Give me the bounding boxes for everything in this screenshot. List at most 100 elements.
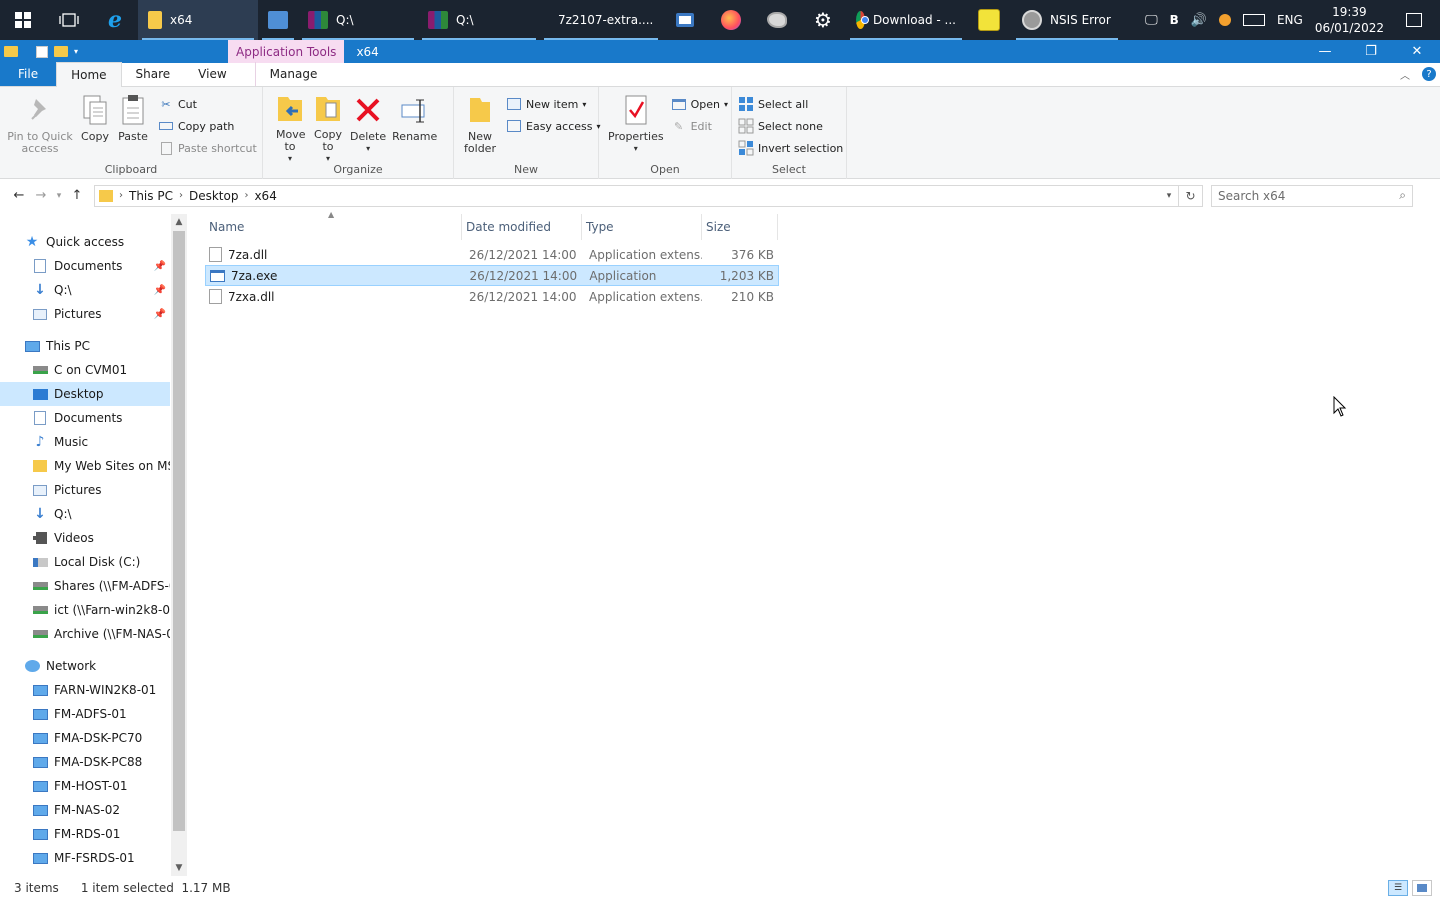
copy-path-button[interactable]: Copy path (158, 117, 257, 135)
file-row[interactable]: 7za.dll 26/12/2021 14:00 Application exten… (205, 244, 779, 265)
select-none-button[interactable]: Select none (738, 117, 843, 135)
pin-to-quick-access-button[interactable]: Pin to Quick access (4, 91, 76, 161)
file-row[interactable]: 7za.exe 26/12/2021 14:00 Application 1,203 … (205, 265, 779, 286)
nav-item-fma-dsk-pc88[interactable]: FMA-DSK-PC88 (0, 750, 170, 774)
nav-item-archive-fm-nas-02[interactable]: Archive (\\FM-NAS-02 (0, 622, 170, 646)
nav-item-ict-farn-win2k8-01[interactable]: ict (\\Farn-win2k8-01) (0, 598, 170, 622)
edit-button[interactable]: ✎ Edit (671, 117, 728, 135)
nav-item-mf-fsrds-01[interactable]: MF-FSRDS-01 (0, 846, 170, 870)
taskbar-item-chrome-download[interactable]: Download - ... (846, 0, 966, 40)
volume-icon[interactable]: 🔊 (1191, 13, 1207, 28)
scroll-down-arrow-icon[interactable]: ▼ (171, 860, 187, 876)
pin-icon[interactable]: 📌 (154, 261, 166, 272)
address-bar[interactable]: › This PC › Desktop › x64 ▾ (94, 184, 1179, 207)
open-button[interactable]: Open ▾ (671, 95, 728, 113)
scroll-up-arrow-icon[interactable]: ▲ (171, 214, 187, 230)
customize-toolbar-icon[interactable]: ▾ (74, 47, 78, 56)
taskbar-item-firefox[interactable] (708, 0, 754, 40)
taskbar-item-winrar-q-2[interactable]: Q:\ (418, 0, 540, 40)
nav-item-c-on-cvm01[interactable]: C on CVM01 (0, 358, 170, 382)
start-button[interactable] (0, 0, 46, 40)
pin-icon[interactable]: 📌 (154, 309, 166, 320)
nav-item-documents[interactable]: Documents (0, 406, 170, 430)
nav-item-quick-access[interactable]: ★ Quick access (0, 230, 170, 254)
details-view-button[interactable]: ☰ (1388, 880, 1408, 896)
search-icon[interactable]: ⌕ (1399, 188, 1406, 203)
pin-icon[interactable]: 📌 (154, 285, 166, 296)
internet-explorer-button[interactable]: e (92, 0, 138, 40)
search-box[interactable]: ⌕ (1211, 184, 1413, 207)
breadcrumb-x64[interactable]: x64 (254, 189, 276, 203)
tab-share[interactable]: Share (122, 62, 185, 86)
new-folder-quick-icon[interactable] (54, 46, 68, 57)
network-status-icon[interactable]: 🖵 (1145, 13, 1158, 28)
scroll-thumb[interactable] (173, 231, 185, 831)
nav-item-farn-win2k8-01[interactable]: FARN-WIN2K8-01 (0, 678, 170, 702)
paste-button[interactable]: Paste (114, 91, 152, 161)
keyboard-indicator[interactable]: B (1170, 13, 1179, 27)
nav-item-my-web-sites-on-msn[interactable]: My Web Sites on MSN (0, 454, 170, 478)
nav-item-fm-adfs-01[interactable]: FM-ADFS-01 (0, 702, 170, 726)
taskbar-item-control-panel[interactable] (258, 0, 298, 40)
copy-to-button[interactable]: Copy to ▾ (309, 91, 347, 163)
breadcrumb-chevron-icon[interactable]: › (244, 190, 248, 201)
invert-selection-button[interactable]: Invert selection (738, 139, 843, 157)
nav-item-music[interactable]: ♪ Music (0, 430, 170, 454)
clock[interactable]: 19:39 06/01/2022 (1315, 4, 1384, 36)
nav-item-fm-nas-02[interactable]: FM-NAS-02 (0, 798, 170, 822)
taskbar-item-sponge-app[interactable] (966, 0, 1012, 40)
copy-button[interactable]: Copy (76, 91, 114, 161)
refresh-button[interactable]: ↻ (1179, 184, 1203, 207)
taskbar-item-7zip-extra[interactable]: 7z2107-extra.... (540, 0, 662, 40)
taskbar-item-winrar-q[interactable]: Q:\ (298, 0, 418, 40)
move-to-button[interactable]: Move to ▾ (271, 91, 309, 163)
nav-item-network[interactable]: Network (0, 654, 170, 678)
delete-button[interactable]: Delete ▾ (347, 91, 389, 161)
nav-item-shares-fm-adfs-01[interactable]: Shares (\\FM-ADFS-01 (0, 574, 170, 598)
rename-button[interactable]: Rename (389, 91, 440, 161)
column-header-size[interactable]: Size (702, 214, 778, 240)
tab-home[interactable]: Home (56, 62, 122, 87)
nav-item-fm-rds-01[interactable]: FM-RDS-01 (0, 822, 170, 846)
search-input[interactable] (1218, 188, 1400, 203)
file-row[interactable]: 7zxa.dll 26/12/2021 14:00 Application exte… (205, 286, 779, 307)
column-header-type[interactable]: Type (582, 214, 702, 240)
task-view-button[interactable] (46, 0, 92, 40)
breadcrumb-desktop[interactable]: Desktop (189, 189, 239, 203)
collapse-ribbon-icon[interactable]: ︿ (1400, 67, 1410, 82)
keyboard-icon[interactable] (1242, 14, 1265, 26)
back-arrow-icon[interactable]: ← (8, 188, 30, 203)
select-all-button[interactable]: Select all (738, 95, 843, 113)
properties-quick-icon[interactable] (36, 45, 48, 58)
close-button[interactable]: ✕ (1394, 40, 1440, 63)
up-arrow-icon[interactable]: ↑ (66, 188, 88, 203)
nav-item-documents[interactable]: Documents 📌 (0, 254, 170, 278)
nav-item-desktop[interactable]: Desktop (0, 382, 170, 406)
address-dropdown-icon[interactable]: ▾ (1160, 191, 1178, 201)
nav-item-pictures[interactable]: Pictures 📌 (0, 302, 170, 326)
nav-item-local-disk-c[interactable]: Local Disk (C:) (0, 550, 170, 574)
nav-item-q[interactable]: ↓ Q:\ (0, 502, 170, 526)
nav-item-pictures[interactable]: Pictures (0, 478, 170, 502)
easy-access-button[interactable]: Easy access ▾ (506, 117, 601, 135)
tab-manage[interactable]: Manage (254, 62, 332, 86)
paste-shortcut-button[interactable]: Paste shortcut (158, 139, 257, 157)
forward-arrow-icon[interactable]: → (30, 188, 52, 203)
recent-locations-chevron-icon[interactable]: ▾ (52, 191, 66, 201)
breadcrumb-this-pc[interactable]: This PC (129, 189, 173, 203)
nav-item-this-pc[interactable]: This PC (0, 334, 170, 358)
taskbar-item-nsis-error[interactable]: NSIS Error (1012, 0, 1122, 40)
tray-app-icon[interactable] (1218, 14, 1231, 26)
new-folder-button[interactable]: New folder (460, 91, 500, 161)
minimize-button[interactable]: — (1302, 40, 1348, 63)
nav-pane-scrollbar[interactable]: ▲ ▼ (171, 214, 187, 876)
cut-button[interactable]: ✂ Cut (158, 95, 257, 113)
breadcrumb-chevron-icon[interactable]: › (119, 190, 123, 201)
tab-file[interactable]: File (0, 62, 57, 86)
new-item-button[interactable]: New item ▾ (506, 95, 601, 113)
column-header-date-modified[interactable]: Date modified (462, 214, 582, 240)
taskbar-item-settings[interactable]: ⚙ (800, 0, 846, 40)
taskbar-item-paint[interactable] (754, 0, 800, 40)
language-indicator[interactable]: ENG (1277, 13, 1303, 27)
action-center-icon[interactable] (1406, 13, 1422, 27)
